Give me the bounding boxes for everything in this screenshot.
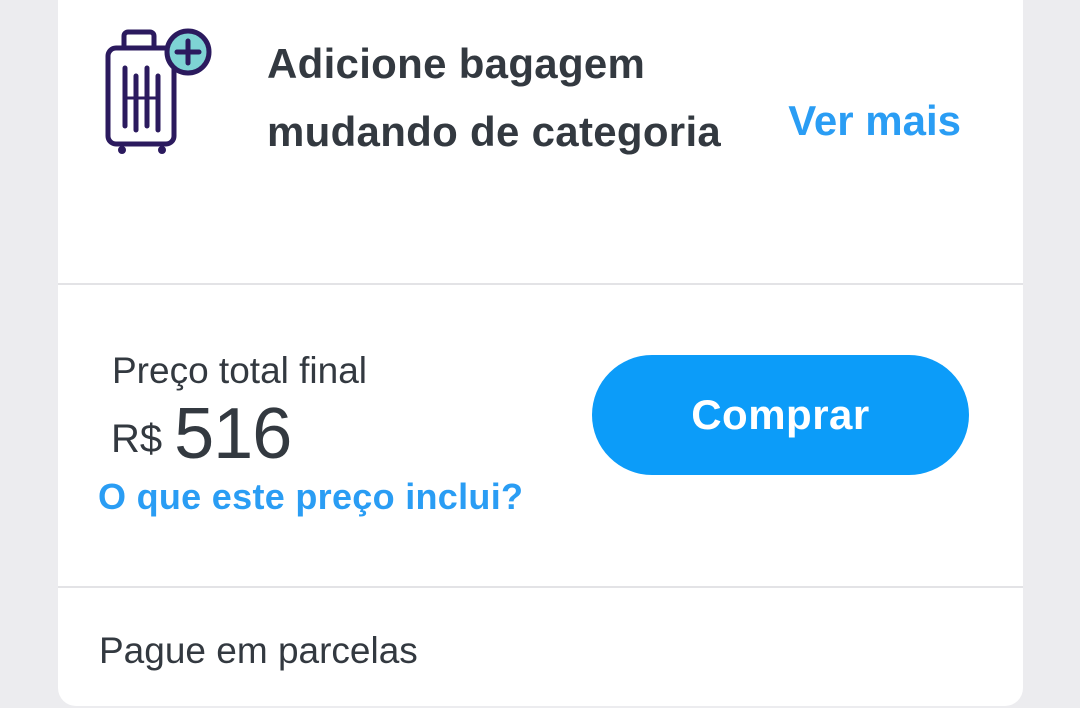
total-price-label: Preço total final — [112, 350, 368, 391]
suitcase-plus-icon — [105, 28, 212, 154]
total-price: R$ 516 — [111, 393, 292, 475]
baggage-upsell-section: Adicione bagagem mudando de categoria Ve… — [58, 0, 1023, 285]
installments-label[interactable]: Pague em parcelas — [99, 630, 418, 672]
buy-button[interactable]: Comprar — [592, 355, 969, 475]
price-info-link[interactable]: O que este preço inclui? — [98, 476, 523, 518]
fare-card: Adicione bagagem mudando de categoria Ve… — [58, 0, 1023, 706]
see-more-link[interactable]: Ver mais — [788, 97, 961, 145]
divider — [58, 283, 1023, 285]
price-currency: R$ — [111, 417, 163, 461]
price-amount: 516 — [174, 394, 292, 474]
baggage-upsell-title: Adicione bagagem mudando de categoria — [267, 40, 722, 155]
divider — [58, 586, 1023, 588]
